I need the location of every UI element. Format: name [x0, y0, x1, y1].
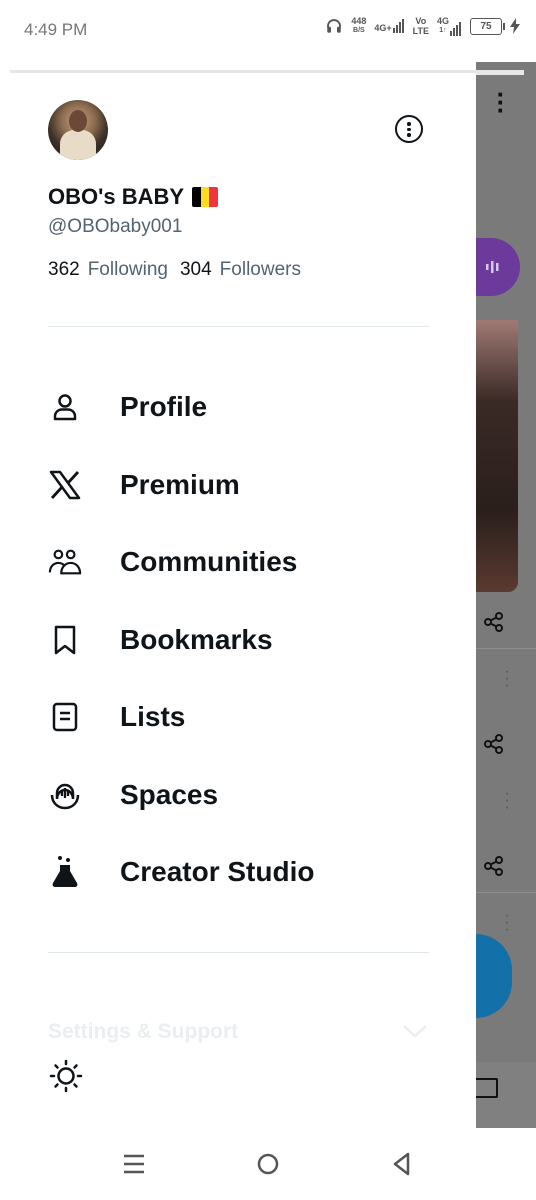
more-dot: [407, 133, 411, 137]
menu-label-communities: Communities: [120, 546, 298, 577]
flag-stripe: [209, 187, 219, 207]
display-theme-button[interactable]: [48, 1058, 84, 1094]
menu-item-communities[interactable]: Communities: [48, 537, 448, 587]
recent-apps-icon[interactable]: [120, 1150, 148, 1178]
flask-icon: [48, 855, 82, 889]
divider-bottom: [48, 952, 429, 953]
side-drawer: OBO's BABY @OBObaby001 362 Following 304 F…: [0, 62, 524, 1128]
more-dot: [407, 127, 411, 131]
bookmark-icon: [48, 623, 82, 657]
signal-4g: 4G 1↑: [437, 16, 462, 36]
backdrop-vmore-icon-3: · · ·: [504, 907, 510, 938]
avatar-head: [69, 110, 87, 132]
battery-icon: 75: [470, 17, 505, 35]
menu-item-premium[interactable]: Premium: [48, 460, 448, 510]
list-icon: [48, 700, 82, 734]
communities-icon: [48, 545, 82, 579]
status-icons: 448 B/S 4G+ Vo LTE 4G 1↑ 75: [325, 16, 520, 36]
backdrop-share-icon-3: [484, 856, 503, 876]
status-bar: 4:49 PM 448 B/S 4G+ Vo LTE 4G 1↑ 75: [0, 0, 536, 62]
backdrop-vmore-icon: · · ·: [504, 663, 510, 694]
volte-indicator: Vo LTE: [412, 16, 429, 36]
menu-label-bookmarks: Bookmarks: [120, 624, 273, 655]
avatar-figure: [60, 130, 96, 160]
status-time: 4:49 PM: [24, 20, 88, 39]
menu-label-premium: Premium: [120, 469, 240, 500]
flag-stripe: [192, 187, 201, 207]
following-count: 362: [48, 259, 80, 280]
belgium-flag-icon: [192, 187, 219, 207]
menu-item-bookmarks[interactable]: Bookmarks: [48, 615, 448, 665]
sun-icon: [49, 1059, 83, 1093]
backdrop-media: [476, 320, 518, 592]
menu-item-spaces[interactable]: Spaces: [48, 770, 448, 820]
backdrop-mail-icon: [476, 1078, 498, 1098]
person-icon: [48, 390, 82, 424]
backdrop-share-icon: [484, 612, 503, 632]
system-nav-bar: [0, 1128, 536, 1200]
follow-stats: 362 Following 304 Followers: [48, 259, 301, 281]
menu-label-spaces: Spaces: [120, 779, 219, 810]
stats-spacer: [168, 259, 180, 281]
back-icon[interactable]: [388, 1150, 416, 1178]
headphones-icon: [327, 19, 342, 33]
x-logo-icon: [48, 468, 82, 502]
menu-label-creator-studio: Creator Studio: [120, 856, 315, 887]
backdrop-more-icon: · · ·: [496, 79, 506, 125]
following-link[interactable]: 362 Following: [48, 259, 168, 281]
backdrop-compose-button: [476, 934, 512, 1018]
net-speed: 448 B/S: [351, 16, 367, 34]
drawer-top-line: [10, 70, 524, 73]
settings-support-row[interactable]: Settings & Support: [48, 1020, 428, 1050]
backdrop-separator-2: [476, 892, 536, 893]
backdrop-vmore-icon-2: · · ·: [504, 785, 510, 816]
settings-support-label: Settings & Support: [48, 1020, 239, 1043]
avatar[interactable]: [48, 100, 108, 160]
divider-top: [48, 326, 429, 327]
followers-label: Followers: [219, 259, 301, 280]
audio-bars-icon: [486, 261, 499, 273]
signal-icon-2: [450, 22, 461, 36]
followers-link[interactable]: 304 Followers: [180, 259, 301, 281]
followers-count: 304: [179, 259, 212, 280]
account-more-button[interactable]: [395, 115, 423, 143]
menu-item-profile[interactable]: Profile: [48, 382, 448, 432]
signal-icon: [392, 19, 404, 33]
spaces-icon: [48, 778, 82, 812]
signal-4g-plus: 4G+: [374, 19, 404, 33]
display-name-text: OBO's BABY: [48, 184, 185, 209]
more-dot: [407, 122, 411, 126]
profile-display-name[interactable]: OBO's BABY: [48, 184, 219, 210]
flag-stripe: [200, 187, 210, 207]
profile-handle: @OBObaby001: [48, 216, 183, 237]
menu-label-profile: Profile: [120, 391, 208, 422]
chevron-down-icon: [403, 1025, 427, 1038]
menu-item-creator-studio[interactable]: Creator Studio: [48, 847, 448, 897]
backdrop-share-icon-2: [484, 734, 503, 754]
backdrop-separator: [476, 648, 536, 649]
backdrop-overlay[interactable]: · · · · · · · · · · · ·: [476, 62, 536, 1128]
following-label: Following: [87, 259, 168, 280]
charging-icon: [510, 18, 520, 34]
backdrop-spaces-button: [476, 238, 520, 296]
home-icon[interactable]: [254, 1150, 282, 1178]
menu-item-lists[interactable]: Lists: [48, 692, 448, 742]
menu-label-lists: Lists: [120, 701, 186, 732]
